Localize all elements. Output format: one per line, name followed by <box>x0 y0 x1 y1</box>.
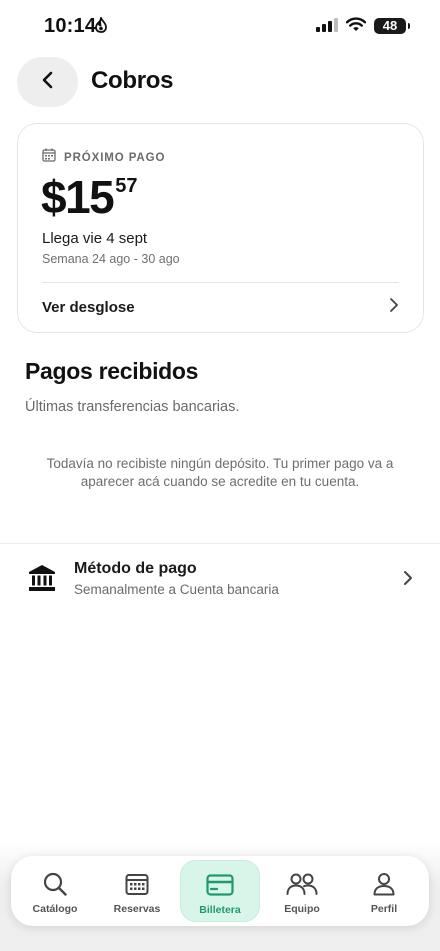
tab-reservas[interactable]: Reservas <box>97 856 177 926</box>
calendar-icon <box>42 148 56 167</box>
bottom-nav: Catálogo Reservas Billetera Equipo Perfi… <box>11 856 429 926</box>
tab-equipo[interactable]: Equipo <box>262 856 342 926</box>
signal-icon <box>316 18 338 37</box>
tab-label: Reservas <box>113 903 161 915</box>
amount-cents: 57 <box>115 175 138 197</box>
chevron-right-icon <box>403 570 413 591</box>
tab-label: Catálogo <box>32 903 78 915</box>
calendar-icon <box>125 871 149 897</box>
page-title: Cobros <box>91 67 174 94</box>
week-range: Semana 24 ago - 30 ago <box>42 252 180 266</box>
arrival-date: Llega vie 4 sept <box>42 230 148 247</box>
tab-label: Equipo <box>284 903 320 915</box>
bank-icon <box>28 564 56 597</box>
battery-indicator: 48 <box>374 18 410 34</box>
status-time: 10:14 <box>44 15 97 37</box>
payment-method-subtitle: Semanalmente a Cuenta bancaria <box>74 582 279 597</box>
team-icon <box>286 871 318 897</box>
received-payments-subtitle: Últimas transferencias bancarias. <box>25 399 240 415</box>
amount-main: $15 <box>41 171 115 223</box>
wifi-icon <box>345 17 367 37</box>
tab-billetera[interactable]: Billetera <box>180 860 260 922</box>
view-breakdown-button[interactable]: Ver desglose <box>42 284 399 330</box>
status-bar: 10:14 48 <box>0 0 440 52</box>
person-icon <box>373 871 395 897</box>
card-icon <box>206 872 234 898</box>
tab-perfil[interactable]: Perfil <box>344 856 424 926</box>
payment-method-title: Método de pago <box>74 560 197 577</box>
received-payments-title: Pagos recibidos <box>25 358 199 384</box>
tab-label: Perfil <box>370 903 398 915</box>
back-button[interactable] <box>17 57 78 107</box>
chevron-right-icon <box>389 297 399 318</box>
next-payment-label-row: PRÓXIMO PAGO <box>42 148 165 167</box>
payment-method-row[interactable]: Método de pago Semanalmente a Cuenta ban… <box>0 544 440 614</box>
chevron-left-icon <box>41 71 55 94</box>
tab-catalogo[interactable]: Catálogo <box>15 856 95 926</box>
next-payment-card: PRÓXIMO PAGO $15 57 Llega vie 4 sept Sem… <box>17 123 424 333</box>
empty-state-message: Todavía no recibiste ningún depósito. Tu… <box>46 456 394 489</box>
view-breakdown-label: Ver desglose <box>42 298 135 316</box>
search-icon <box>42 871 68 897</box>
flame-icon <box>95 15 107 38</box>
tab-label: Billetera <box>199 904 241 916</box>
next-payment-label: PRÓXIMO PAGO <box>64 151 166 164</box>
divider <box>42 282 399 283</box>
payment-amount: $15 57 <box>41 172 138 222</box>
